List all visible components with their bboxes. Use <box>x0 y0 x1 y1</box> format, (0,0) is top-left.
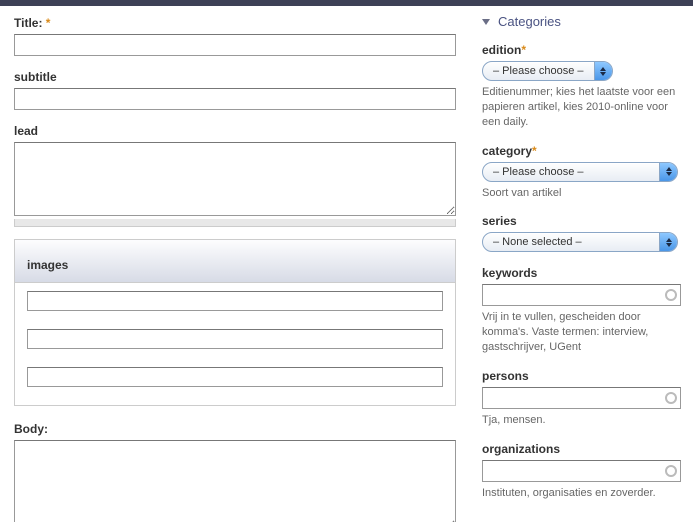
edition-help: Editienummer; kies het laatste voor een … <box>482 85 681 130</box>
body-label: Body: <box>14 422 456 436</box>
lead-label: lead <box>14 124 456 138</box>
required-mark: * <box>521 43 526 57</box>
resize-handle[interactable] <box>14 219 456 227</box>
lead-textarea[interactable] <box>14 142 456 216</box>
required-mark: * <box>532 144 537 158</box>
image-input-0[interactable] <box>27 291 443 311</box>
series-select[interactable]: – None selected – <box>482 232 678 252</box>
category-selected: – Please choose – <box>483 163 594 181</box>
sidebar: Categories edition* – Please choose – Ed… <box>470 6 693 522</box>
persons-label: persons <box>482 369 681 383</box>
keywords-input[interactable] <box>482 284 681 306</box>
keywords-label: keywords <box>482 266 681 280</box>
spinner-icon <box>665 465 677 477</box>
category-label-text: category <box>482 144 532 158</box>
body-textarea[interactable] <box>14 440 456 522</box>
edition-selected: – Please choose – <box>483 62 594 80</box>
chevron-updown-icon <box>594 62 612 80</box>
subtitle-input[interactable] <box>14 88 456 110</box>
category-select[interactable]: – Please choose – <box>482 162 678 182</box>
persons-help: Tja, mensen. <box>482 413 681 428</box>
edition-select[interactable]: – Please choose – <box>482 61 613 81</box>
persons-input[interactable] <box>482 387 681 409</box>
edition-label: edition* <box>482 43 681 57</box>
category-help: Soort van artikel <box>482 186 681 201</box>
chevron-updown-icon <box>659 163 677 181</box>
images-panel: images <box>14 239 456 406</box>
image-input-1[interactable] <box>27 329 443 349</box>
title-label-text: Title: <box>14 16 42 30</box>
spinner-icon <box>665 392 677 404</box>
subtitle-label: subtitle <box>14 70 456 84</box>
keywords-help: Vrij in te vullen, gescheiden door komma… <box>482 310 681 355</box>
collapse-icon[interactable] <box>482 19 490 25</box>
sidebar-heading: Categories <box>498 14 561 29</box>
title-label: Title: * <box>14 16 456 30</box>
spinner-icon <box>665 289 677 301</box>
category-label: category* <box>482 144 681 158</box>
series-selected: – None selected – <box>483 233 592 251</box>
required-mark: * <box>46 16 51 30</box>
series-label: series <box>482 214 681 228</box>
main-form: Title: * subtitle lead images Body <box>0 6 470 522</box>
organizations-label: organizations <box>482 442 681 456</box>
images-label: images <box>27 258 443 272</box>
chevron-updown-icon <box>659 233 677 251</box>
organizations-input[interactable] <box>482 460 681 482</box>
title-input[interactable] <box>14 34 456 56</box>
organizations-help: Instituten, organisaties en zoverder. <box>482 486 681 501</box>
edition-label-text: edition <box>482 43 521 57</box>
image-input-2[interactable] <box>27 367 443 387</box>
